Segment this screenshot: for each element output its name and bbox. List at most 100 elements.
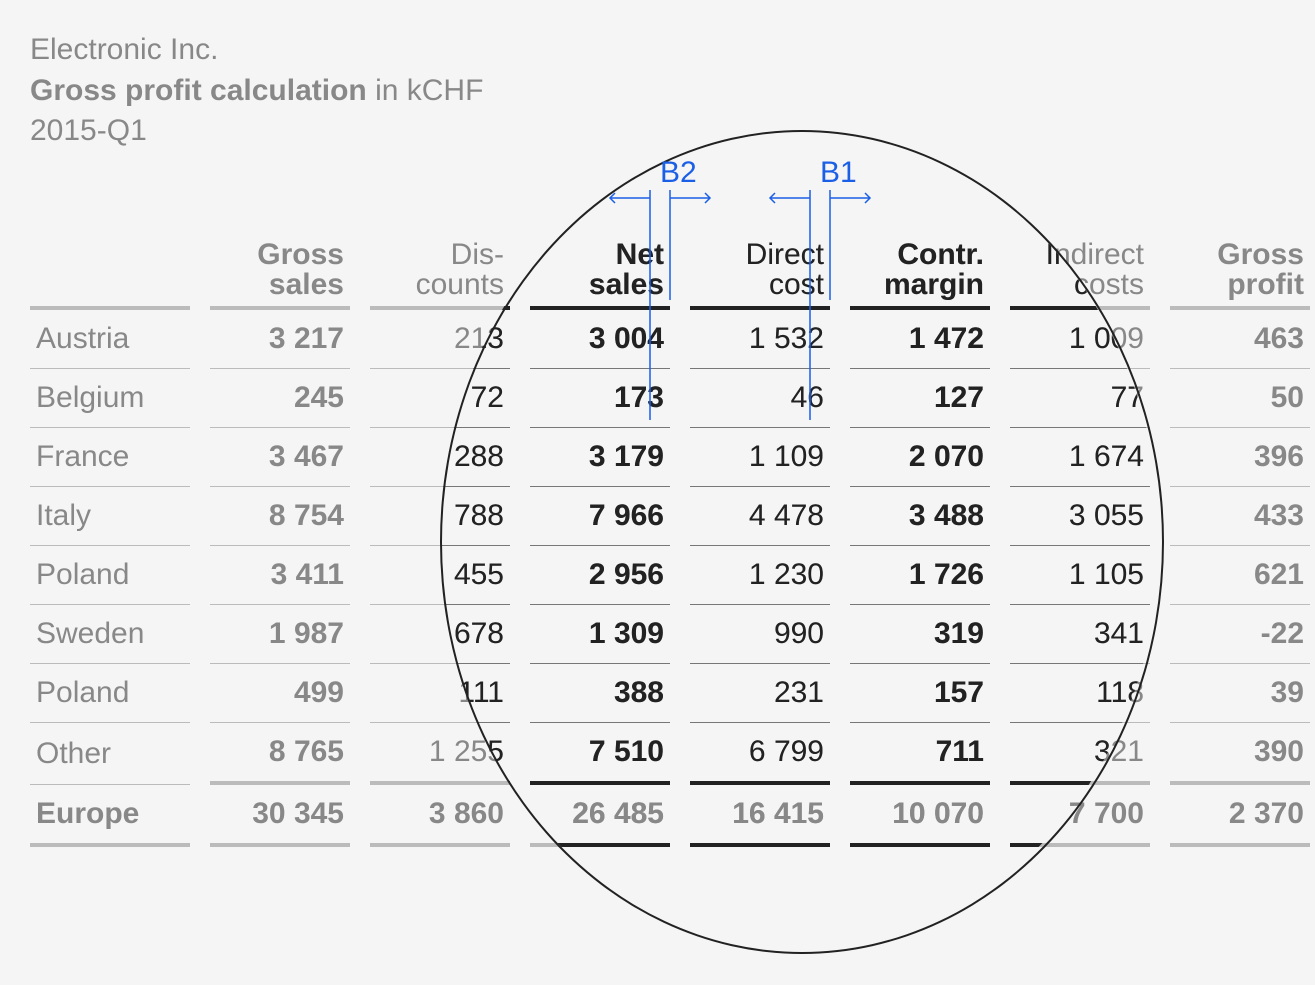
cell-gross_profit: -22 [1170,605,1310,664]
table-row: Sweden 1 987 678 1 309 990 319 341 -22 [30,605,1310,664]
cell-gross_profit: 2 370 [1170,785,1310,847]
annotation-b1-label: B1 [820,156,857,189]
cell-direct_cost: 1 532 [690,310,830,369]
cell-contr_margin: 2 070 [850,428,990,487]
cell-direct_cost: 231 [690,664,830,723]
report-title-bold: Gross profit calculation [30,74,367,107]
cell-net_sales: 26 485 [530,785,670,847]
table-row: Austria 3 217 213 3 004 1 532 1 472 1 009 463 [30,310,1310,369]
cell-discounts: 455 [370,546,510,605]
cell-gross_profit: 396 [1170,428,1310,487]
cell-direct_cost: 6 799 [690,723,830,785]
table-row: Other 8 765 1 255 7 510 6 799 711 321 390 [30,723,1310,785]
cell-gross_profit: 621 [1170,546,1310,605]
cell-gross_profit: 39 [1170,664,1310,723]
cell-discounts: 678 [370,605,510,664]
cell-gross_sales: 3 411 [210,546,350,605]
cell-gross_profit: 463 [1170,310,1310,369]
cell-indirect_costs: 77 [1010,369,1150,428]
row-label: Belgium [30,369,190,428]
cell-contr_margin: 711 [850,723,990,785]
cell-contr_margin: 3 488 [850,487,990,546]
table-body: Austria3 2172133 0041 5321 4721 009463Be… [30,310,1310,847]
cell-gross_profit: 50 [1170,369,1310,428]
cell-indirect_costs: 321 [1010,723,1150,785]
table-row: Italy 8 754 788 7 966 4 478 3 488 3 055 433 [30,487,1310,546]
col-header-gross_profit: Grossprofit [1170,220,1310,310]
col-header-indirect_costs: Indirectcosts [1010,220,1150,310]
cell-discounts: 788 [370,487,510,546]
cell-gross_profit: 433 [1170,487,1310,546]
col-header-direct_cost: Directcost [690,220,830,310]
cell-net_sales: 7 966 [530,487,670,546]
table-header: GrosssalesDis-countsNetsalesDirectcostCo… [30,220,1310,310]
cell-net_sales: 173 [530,369,670,428]
table-row: Poland 3 411 455 2 956 1 230 1 726 1 105 621 [30,546,1310,605]
col-header-gross_sales: Grosssales [210,220,350,310]
cell-indirect_costs: 3 055 [1010,487,1150,546]
cell-direct_cost: 46 [690,369,830,428]
cell-contr_margin: 157 [850,664,990,723]
cell-direct_cost: 4 478 [690,487,830,546]
cell-gross_sales: 8 754 [210,487,350,546]
cell-direct_cost: 16 415 [690,785,830,847]
cell-gross_sales: 499 [210,664,350,723]
table-row: Belgium 245 72 173 46 127 77 50 [30,369,1310,428]
col-header-net_sales: Netsales [530,220,670,310]
row-label: Other [30,723,190,785]
row-label: Austria [30,310,190,369]
table-row: Europe 30 345 3 860 26 485 16 415 10 070 7 700… [30,785,1310,847]
cell-net_sales: 3 004 [530,310,670,369]
cell-gross_profit: 390 [1170,723,1310,785]
cell-net_sales: 2 956 [530,546,670,605]
cell-contr_margin: 127 [850,369,990,428]
cell-gross_sales: 8 765 [210,723,350,785]
cell-gross_sales: 3 217 [210,310,350,369]
cell-net_sales: 3 179 [530,428,670,487]
cell-net_sales: 388 [530,664,670,723]
table-row: France3 4672883 1791 1092 0701 674396 [30,428,1310,487]
cell-contr_margin: 1 472 [850,310,990,369]
row-label: Poland [30,546,190,605]
title-block: Electronic Inc. Gross profit calculation… [30,30,483,152]
cell-net_sales: 7 510 [530,723,670,785]
company-name: Electronic Inc. [30,30,483,71]
cell-discounts: 3 860 [370,785,510,847]
cell-contr_margin: 1 726 [850,546,990,605]
cell-indirect_costs: 1 674 [1010,428,1150,487]
cell-direct_cost: 1 109 [690,428,830,487]
col-header-contr_margin: Contr.margin [850,220,990,310]
cell-contr_margin: 319 [850,605,990,664]
cell-discounts: 72 [370,369,510,428]
profit-table: GrosssalesDis-countsNetsalesDirectcostCo… [30,220,1310,847]
table-base-layer: GrosssalesDis-countsNetsalesDirectcostCo… [30,220,1290,847]
cell-gross_sales: 1 987 [210,605,350,664]
row-label: Poland [30,664,190,723]
cell-gross_sales: 245 [210,369,350,428]
row-label: Europe [30,785,190,847]
row-label: Italy [30,487,190,546]
cell-direct_cost: 1 230 [690,546,830,605]
annotation-b2-label: B2 [660,156,697,189]
cell-net_sales: 1 309 [530,605,670,664]
cell-indirect_costs: 118 [1010,664,1150,723]
period-label: 2015-Q1 [30,111,483,152]
cell-discounts: 111 [370,664,510,723]
cell-gross_sales: 30 345 [210,785,350,847]
table-row: Poland 499 111 388 231 157 118 39 [30,664,1310,723]
page: Electronic Inc. Gross profit calculation… [0,0,1315,985]
cell-indirect_costs: 1 009 [1010,310,1150,369]
cell-discounts: 213 [370,310,510,369]
report-title: Gross profit calculation in kCHF [30,71,483,112]
cell-indirect_costs: 7 700 [1010,785,1150,847]
cell-direct_cost: 990 [690,605,830,664]
row-label: France [30,428,190,487]
cell-discounts: 1 255 [370,723,510,785]
col-header-discounts: Dis-counts [370,220,510,310]
row-label: Sweden [30,605,190,664]
report-title-unit: in kCHF [367,74,484,107]
cell-indirect_costs: 1 105 [1010,546,1150,605]
cell-gross_sales: 3 467 [210,428,350,487]
cell-contr_margin: 10 070 [850,785,990,847]
cell-indirect_costs: 341 [1010,605,1150,664]
